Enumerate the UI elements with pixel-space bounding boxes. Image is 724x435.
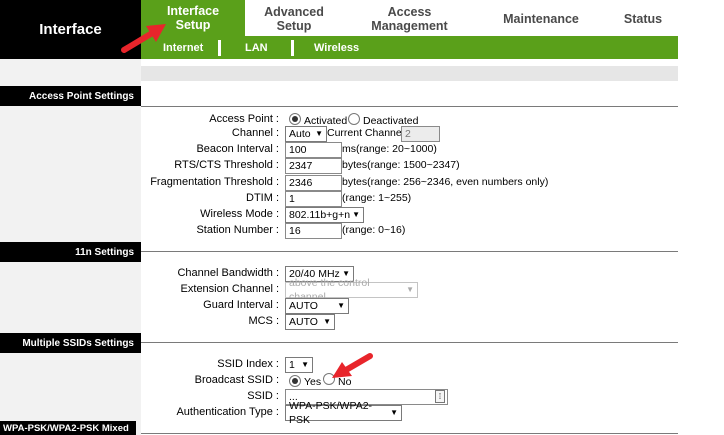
ssid-index-select[interactable]: 1 ▼ <box>285 357 313 373</box>
nav-maintenance[interactable]: Maintenance <box>495 3 587 34</box>
annotation-arrow-icon <box>121 24 166 53</box>
fragmentation-threshold-hint: bytes(range: 256~2346, even numbers only… <box>342 176 549 188</box>
section-multiple-ssids-settings: Multiple SSIDs Settings <box>0 333 141 353</box>
subnav-divider <box>291 40 294 56</box>
rts-threshold-hint: bytes(range: 1500~2347) <box>342 159 460 171</box>
beacon-interval-input[interactable]: 100 <box>285 142 342 158</box>
extension-channel-select[interactable]: above the control channel ▼ <box>285 277 418 303</box>
chevron-down-icon: ▼ <box>406 285 414 294</box>
section-access-point-settings: Access Point Settings <box>0 86 141 106</box>
beacon-interval-label: Beacon Interval : <box>196 143 279 155</box>
station-number-input[interactable]: 16 <box>285 223 342 239</box>
section-11n-settings: 11n Settings <box>0 242 141 262</box>
sub-nav <box>141 36 678 59</box>
ssid-index-label: SSID Index : <box>217 358 279 370</box>
beacon-interval-hint: ms(range: 20~1000) <box>342 143 437 155</box>
fragmentation-threshold-input[interactable]: 2346 <box>285 175 342 191</box>
guard-interval-label: Guard Interval : <box>203 299 279 311</box>
rts-threshold-label: RTS/CTS Threshold : <box>174 159 279 171</box>
access-point-activated-radio[interactable] <box>289 113 301 125</box>
broadcast-ssid-yes-radio[interactable] <box>289 375 301 387</box>
subnav-lan[interactable]: LAN <box>245 36 268 59</box>
dtim-input[interactable]: 1 <box>285 191 342 207</box>
chevron-down-icon: ▼ <box>337 301 345 310</box>
extension-channel-label: Extension Channel : <box>180 283 279 295</box>
wireless-mode-label: Wireless Mode : <box>200 208 279 220</box>
subnav-divider <box>218 40 221 56</box>
section-divider <box>141 342 678 343</box>
subnav-wireless[interactable]: Wireless <box>314 36 359 59</box>
authentication-type-select[interactable]: WPA-PSK/WPA2-PSK ▼ <box>285 400 402 426</box>
section-divider <box>141 251 678 252</box>
mcs-select[interactable]: AUTO ▼ <box>285 314 335 330</box>
broadcast-ssid-label: Broadcast SSID : <box>194 374 279 386</box>
chevron-down-icon: ▼ <box>315 129 323 138</box>
fragmentation-threshold-label: Fragmentation Threshold : <box>150 176 279 188</box>
chevron-down-icon: ▼ <box>323 317 331 326</box>
station-number-hint: (range: 0~16) <box>342 224 406 236</box>
content-top-strip <box>141 66 678 81</box>
annotation-arrow-icon <box>332 353 373 378</box>
nav-access-management[interactable]: Access Management <box>352 3 467 34</box>
dtim-label: DTIM : <box>246 192 279 204</box>
section-divider <box>141 433 678 434</box>
current-channel-field: 2 <box>401 126 440 142</box>
chevron-down-icon: ▼ <box>390 408 398 417</box>
broadcast-yes-label: Yes <box>304 376 322 388</box>
mcs-label: MCS : <box>248 315 279 327</box>
access-point-deactivated-radio[interactable] <box>348 113 360 125</box>
authentication-type-label: Authentication Type : <box>176 406 279 418</box>
dtim-hint: (range: 1~255) <box>342 192 412 204</box>
channel-bandwidth-label: Channel Bandwidth : <box>177 267 279 279</box>
nav-status[interactable]: Status <box>612 3 674 34</box>
chevron-down-icon: ▼ <box>301 360 309 369</box>
section-wpa-psk-mixed: WPA-PSK/WPA2-PSK Mixed <box>0 421 136 435</box>
key-icon: ⁞ <box>435 390 445 403</box>
channel-label: Channel : <box>231 127 279 139</box>
wireless-mode-select[interactable]: 802.11b+g+n ▼ <box>285 207 364 223</box>
guard-interval-select[interactable]: AUTO ▼ <box>285 298 349 314</box>
nav-advanced-setup[interactable]: Advanced Setup <box>248 3 340 34</box>
station-number-label: Station Number : <box>196 224 279 236</box>
current-channel-label: Current Channel: <box>327 127 407 139</box>
section-divider <box>141 106 678 107</box>
channel-select[interactable]: Auto ▼ <box>285 126 327 142</box>
rts-threshold-input[interactable]: 2347 <box>285 158 342 174</box>
ssid-label: SSID : <box>247 390 279 402</box>
chevron-down-icon: ▼ <box>352 210 360 219</box>
